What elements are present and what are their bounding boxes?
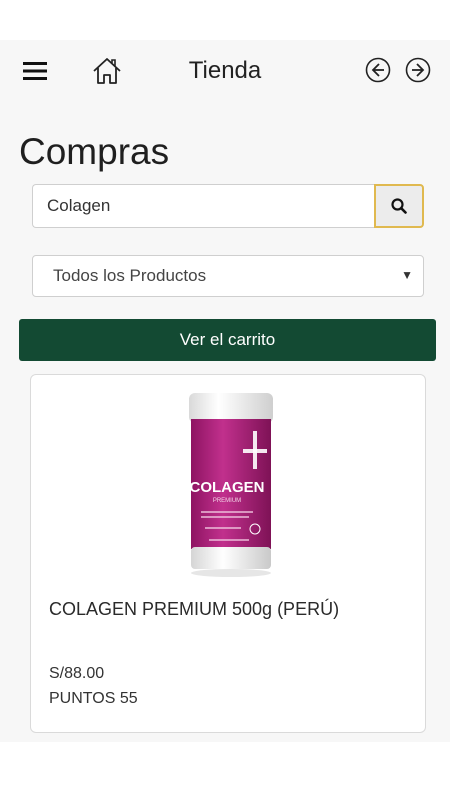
product-image[interactable]: COLAGEN PREMIUM [181,389,281,577]
product-filter-select[interactable]: Todos los Productos ▼ [32,255,424,297]
home-icon [93,58,121,84]
bottom-area [0,742,450,800]
hamburger-menu-icon [23,62,47,80]
view-cart-button[interactable]: Ver el carrito [19,319,436,361]
product-points: PUNTOS 55 [49,690,138,707]
product-name[interactable]: COLAGEN PREMIUM 500g (PERÚ) [49,599,339,620]
search-input[interactable] [32,184,374,228]
product-price: S/88.00 [49,665,105,682]
menu-button[interactable] [20,56,50,86]
circle-arrow-right-icon [405,57,431,83]
product-image-sub: PREMIUM [213,498,241,504]
search-bar [32,184,424,228]
status-bar-area [0,0,450,40]
circle-arrow-left-icon [365,57,391,83]
search-button[interactable] [374,184,424,228]
filter-selected-value: Todos los Productos [53,266,207,285]
page-title: Compras [19,131,170,172]
home-button[interactable] [90,54,124,88]
dropdown-arrow-icon: ▼ [401,268,413,282]
app-title: Tienda [188,57,262,84]
product-card[interactable]: COLAGEN PREMIUM COLAGEN PREMIUM 500g (PE… [30,374,426,733]
back-button[interactable] [364,56,392,84]
product-image-brand: COLAGEN [190,479,265,496]
forward-button[interactable] [404,56,432,84]
search-icon [391,198,407,214]
